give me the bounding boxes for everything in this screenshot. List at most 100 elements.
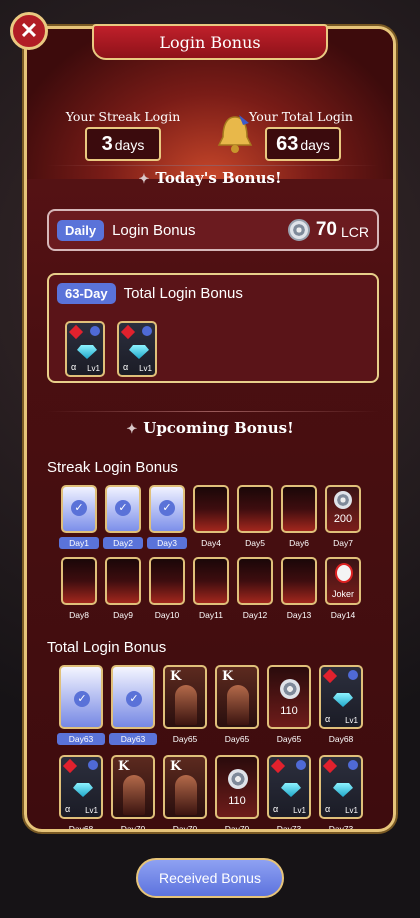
king-card-letter: K — [170, 759, 182, 774]
streak-day-cell[interactable] — [149, 557, 185, 605]
todays-bonus-heading: ✦ Today's Bonus! — [138, 169, 282, 187]
lock-icon — [90, 326, 100, 336]
streak-day-label: Day14 — [330, 610, 356, 620]
total-day-cell[interactable]: α Lv1 — [319, 665, 363, 729]
total-day-cell[interactable] — [111, 665, 155, 729]
coin-icon — [228, 769, 248, 789]
total-login-bonus-title: Total Login Bonus — [47, 639, 167, 656]
total-day-label: Day65 — [276, 734, 302, 744]
streak-day-label: Day10 — [154, 610, 180, 620]
alpha-badge: α — [325, 804, 331, 814]
total-day-cell[interactable]: α Lv1 — [319, 755, 363, 819]
streak-day-cell[interactable] — [193, 485, 229, 533]
total-day-label: Day70 — [224, 824, 250, 832]
streak-day-label: Day6 — [289, 538, 309, 548]
streak-day-cell[interactable] — [105, 485, 141, 533]
joker-icon — [335, 563, 353, 583]
diamond-suit-icon — [270, 758, 286, 774]
total-day-cell[interactable]: 110 — [215, 755, 259, 819]
coin-icon — [334, 491, 352, 509]
reward-card[interactable]: α Lv1 — [117, 321, 157, 377]
total-day-cell[interactable]: K — [163, 755, 207, 819]
reward-label: Joker — [331, 589, 354, 599]
total-day-label: Day68 — [68, 824, 94, 832]
total-day-label: Day65 — [224, 734, 250, 744]
alpha-badge: α — [65, 804, 71, 814]
total-day-label: Day63 — [57, 733, 105, 745]
daily-login-bonus-row: Daily Login Bonus 70 LCR — [47, 209, 379, 251]
hero-portrait — [175, 685, 197, 725]
total-day-cell[interactable] — [59, 665, 103, 729]
total-day-cell[interactable]: K — [215, 665, 259, 729]
lock-icon — [348, 670, 358, 680]
total-day-cell[interactable]: 110 — [267, 665, 311, 729]
king-card-letter: K — [170, 669, 182, 684]
alpha-badge: α — [71, 362, 77, 372]
gem-icon — [129, 345, 149, 359]
diamond-suit-icon — [120, 324, 136, 340]
reward-amount: 200 — [333, 513, 353, 525]
diamond-suit-icon — [322, 668, 338, 684]
streak-login-label: Your Streak Login — [65, 109, 181, 124]
streak-day-cell[interactable]: 200 — [325, 485, 361, 533]
streak-day-cell[interactable]: Joker — [325, 557, 361, 605]
total-day-label: Day68 — [328, 734, 354, 744]
gem-icon — [73, 783, 93, 797]
streak-day-label: Day12 — [242, 610, 268, 620]
daily-amount: 70 — [315, 219, 337, 240]
streak-value: 3 — [101, 133, 113, 155]
king-card-letter: K — [222, 669, 234, 684]
reward-card[interactable]: α Lv1 — [65, 321, 105, 377]
close-button[interactable]: ✕ — [10, 12, 48, 50]
total-day-label: Day63 — [109, 733, 157, 745]
total-day-cell[interactable]: α Lv1 — [59, 755, 103, 819]
streak-day-label: Day7 — [333, 538, 353, 548]
streak-login-bonus-title: Streak Login Bonus — [47, 459, 178, 476]
streak-day-cell[interactable] — [193, 557, 229, 605]
total-day-cell[interactable]: α Lv1 — [267, 755, 311, 819]
streak-day-cell[interactable] — [61, 557, 97, 605]
streak-day-cell[interactable] — [149, 485, 185, 533]
streak-day-label: Day4 — [201, 538, 221, 548]
alpha-badge: α — [325, 714, 331, 724]
total-day-label: Day65 — [172, 734, 198, 744]
streak-day-label: Day11 — [199, 610, 223, 620]
streak-day-cell[interactable] — [281, 557, 317, 605]
total-bonus-label: Total Login Bonus — [123, 285, 243, 302]
sparkle-icon: ✦ — [126, 422, 138, 437]
total-days-chip: 63-Day — [57, 283, 116, 304]
total-day-label: Day73 — [328, 824, 354, 832]
streak-day-cell[interactable] — [237, 485, 273, 533]
divider — [47, 411, 379, 412]
lock-icon — [348, 760, 358, 770]
streak-day-label: Day3 — [147, 537, 187, 549]
diamond-suit-icon — [68, 324, 84, 340]
streak-day-label: Day5 — [245, 538, 265, 548]
streak-day-cell[interactable] — [281, 485, 317, 533]
total-value: 63 — [276, 133, 299, 155]
diamond-suit-icon — [322, 758, 338, 774]
upcoming-bonus-heading: ✦ Upcoming Bonus! — [126, 419, 294, 437]
streak-day-label: Day9 — [113, 610, 133, 620]
streak-day-cell[interactable] — [61, 485, 97, 533]
total-login-bonus-row: 63-Day Total Login Bonus α Lv1 α Lv1 — [47, 273, 379, 383]
streak-day-label: Day2 — [103, 537, 143, 549]
streak-day-cell[interactable] — [105, 557, 141, 605]
total-day-cell[interactable]: K — [111, 755, 155, 819]
alpha-badge: α — [273, 804, 279, 814]
lock-icon — [88, 760, 98, 770]
alpha-badge: α — [123, 362, 129, 372]
login-bonus-dialog: Your Streak Login 3 days Your Total Logi… — [24, 26, 396, 832]
received-bonus-button[interactable]: Received Bonus — [136, 858, 284, 898]
level-badge: Lv1 — [139, 364, 152, 373]
level-badge: Lv1 — [293, 806, 306, 815]
level-badge: Lv1 — [345, 806, 358, 815]
total-login-label: Your Total Login — [249, 109, 353, 124]
total-day-cell[interactable]: K — [163, 665, 207, 729]
daily-currency: LCR — [340, 223, 369, 240]
coin-icon — [280, 679, 300, 699]
streak-day-cell[interactable] — [237, 557, 273, 605]
reward-amount: 110 — [280, 705, 298, 717]
gem-icon — [333, 693, 353, 707]
gem-icon — [333, 783, 353, 797]
